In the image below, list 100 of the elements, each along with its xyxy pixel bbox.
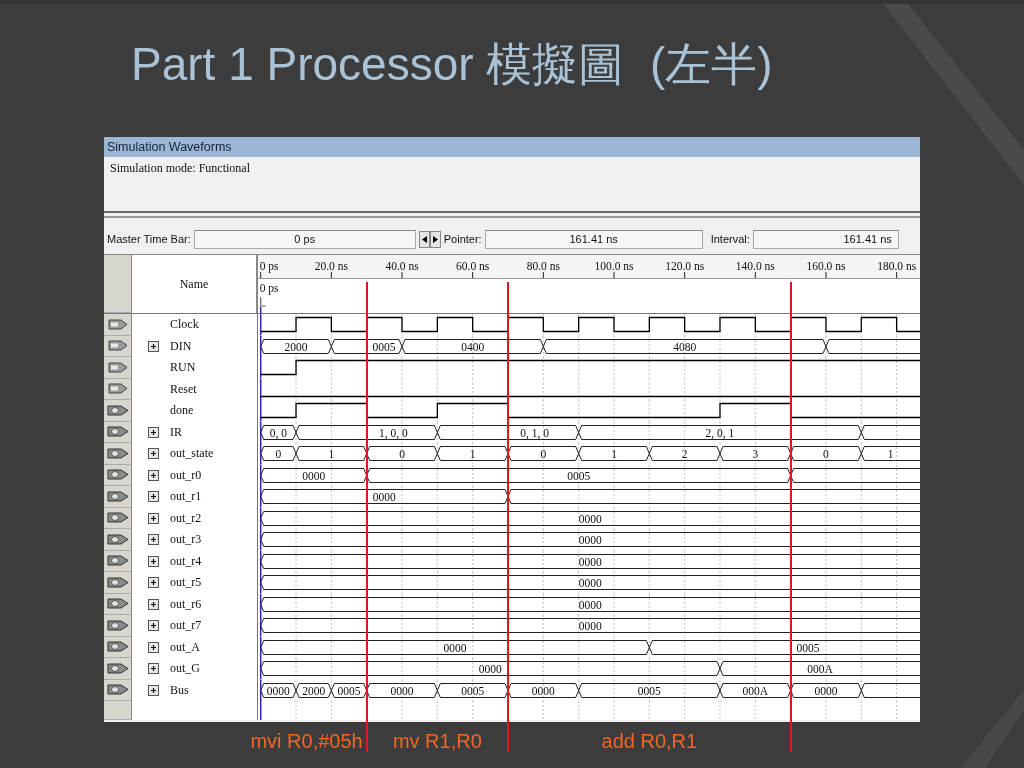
signal-name[interactable]: out_r6 — [170, 596, 202, 612]
pointer-field[interactable]: 161.41 ns — [484, 229, 703, 249]
right-arrow-icon — [432, 235, 438, 243]
signal-name[interactable]: Reset — [170, 381, 197, 397]
expand-icon[interactable] — [148, 469, 159, 481]
bus-value: 0005 — [796, 641, 820, 653]
signal-name[interactable]: out_r5 — [170, 575, 202, 591]
bus-value: 000A — [742, 684, 769, 696]
expand-icon[interactable] — [148, 684, 159, 696]
left-arrow-icon — [421, 235, 427, 243]
name-column-header[interactable]: Name — [132, 255, 258, 313]
cursor-marker-icon[interactable] — [260, 296, 267, 307]
signal-name[interactable]: RUN — [170, 360, 196, 376]
expand-icon[interactable] — [148, 340, 159, 352]
signal-name[interactable]: Bus — [170, 682, 189, 698]
signal-name[interactable]: IR — [170, 424, 182, 440]
bus-value: 1 — [611, 447, 617, 460]
bus-value: 0000 — [578, 598, 602, 610]
bus-value: 2000 — [284, 340, 308, 352]
cursor-time: 0 ps — [259, 282, 279, 294]
bus-value: 0, 0 — [269, 426, 287, 438]
expand-icon[interactable] — [148, 534, 159, 546]
signal-name[interactable]: out_r4 — [170, 553, 202, 569]
bus-value: 0000 — [578, 619, 602, 632]
annotation-label: add R0,R1 — [601, 730, 698, 753]
signal-name[interactable]: out_A — [170, 639, 200, 655]
time-tick-label: 40.0 ns — [385, 260, 419, 272]
signal-name[interactable]: out_r7 — [170, 618, 202, 634]
time-tick-label: 80.0 ns — [526, 260, 560, 272]
slide-title: Part 1 Processor 模擬圖 (左半) — [131, 36, 773, 92]
bus-value: 0000 — [531, 684, 555, 696]
bus-value: 0005 — [567, 469, 591, 481]
bus-value: 0000 — [372, 490, 396, 503]
signal-name[interactable]: out_r1 — [170, 489, 202, 505]
bus-value: 0000 — [302, 469, 326, 481]
bus-value: 0000 — [578, 576, 602, 589]
expand-icon[interactable] — [148, 663, 159, 675]
interval-field[interactable]: 161.41 ns — [752, 229, 899, 249]
signal-name[interactable]: DIN — [170, 338, 192, 354]
expand-icon[interactable] — [148, 598, 159, 610]
signal-name[interactable]: done — [170, 403, 194, 419]
bus-value: 0400 — [461, 340, 485, 352]
bus-value: 0000 — [478, 662, 502, 675]
bus-value: 0 — [540, 447, 547, 460]
bus-value: 0005 — [461, 684, 485, 696]
expand-icon[interactable] — [148, 577, 159, 589]
previous-button[interactable] — [418, 230, 430, 248]
bus-value: 0005 — [637, 684, 661, 696]
bus-value: 0005 — [337, 684, 361, 696]
time-tick-label: 100.0 ns — [594, 260, 634, 272]
expand-icon[interactable] — [148, 555, 159, 567]
next-button[interactable] — [429, 230, 441, 248]
bus-value: 0000 — [266, 684, 290, 696]
bus-value: 4080 — [673, 340, 697, 352]
bus-value: 1 — [469, 447, 476, 460]
signal-name[interactable]: Clock — [170, 317, 199, 333]
bus-value: 2, 0, 1 — [705, 426, 735, 438]
simulation-mode: Simulation mode: Functional — [110, 161, 250, 175]
interval-label: Interval: — [710, 233, 750, 245]
time-tick-label: 0 ps — [259, 260, 279, 272]
time-tick-label: 180.0 ns — [877, 260, 917, 272]
bus-value: 0 — [823, 447, 829, 460]
bus-value: 2 — [681, 447, 688, 460]
bus-value: 0000 — [814, 684, 838, 696]
master-time-bar-field[interactable]: 0 ps — [193, 229, 416, 249]
bus-value: 0000 — [443, 641, 467, 653]
signal-name[interactable]: out_G — [170, 661, 200, 677]
bus-value: 0, 1, 0 — [520, 426, 550, 438]
master-time-bar-label: Master Time Bar: — [107, 233, 191, 245]
expand-icon[interactable] — [148, 641, 159, 653]
signal-name[interactable]: out_state — [170, 446, 214, 462]
time-tick-label: 120.0 ns — [665, 260, 705, 272]
expand-icon[interactable] — [148, 512, 159, 524]
expand-icon[interactable] — [148, 426, 159, 438]
bus-value: 0000 — [578, 512, 602, 524]
annotation-label: mvi R0,#05h — [250, 730, 363, 753]
annotation-label: mv R1,R0 — [392, 730, 482, 753]
bus-value: 0005 — [372, 340, 396, 352]
bus-value: 000A — [807, 662, 833, 675]
bus-value: 2000 — [302, 684, 326, 696]
signal-name[interactable]: out_r3 — [170, 532, 202, 548]
bus-value: 0000 — [578, 533, 602, 546]
time-tick-label: 60.0 ns — [456, 260, 490, 272]
bus-value: 0000 — [578, 555, 602, 567]
bus-value: 1 — [328, 447, 335, 460]
signal-name[interactable]: out_r0 — [170, 467, 202, 483]
bus-value: 1, 0, 0 — [379, 426, 408, 438]
time-tick-label: 160.0 ns — [806, 260, 846, 272]
bus-value: 1 — [887, 447, 894, 460]
signal-name[interactable]: out_r2 — [170, 510, 202, 526]
window-title: Simulation Waveforms — [104, 137, 920, 157]
time-tick-label: 140.0 ns — [735, 260, 775, 272]
pointer-label: Pointer: — [443, 233, 482, 245]
expand-icon[interactable] — [148, 448, 159, 460]
bus-value: 0000 — [390, 684, 414, 696]
bus-value: 0 — [399, 447, 405, 460]
time-tick-label: 20.0 ns — [314, 260, 348, 272]
expand-icon[interactable] — [148, 620, 159, 632]
expand-icon[interactable] — [148, 491, 159, 503]
bus-value: 3 — [752, 447, 759, 460]
